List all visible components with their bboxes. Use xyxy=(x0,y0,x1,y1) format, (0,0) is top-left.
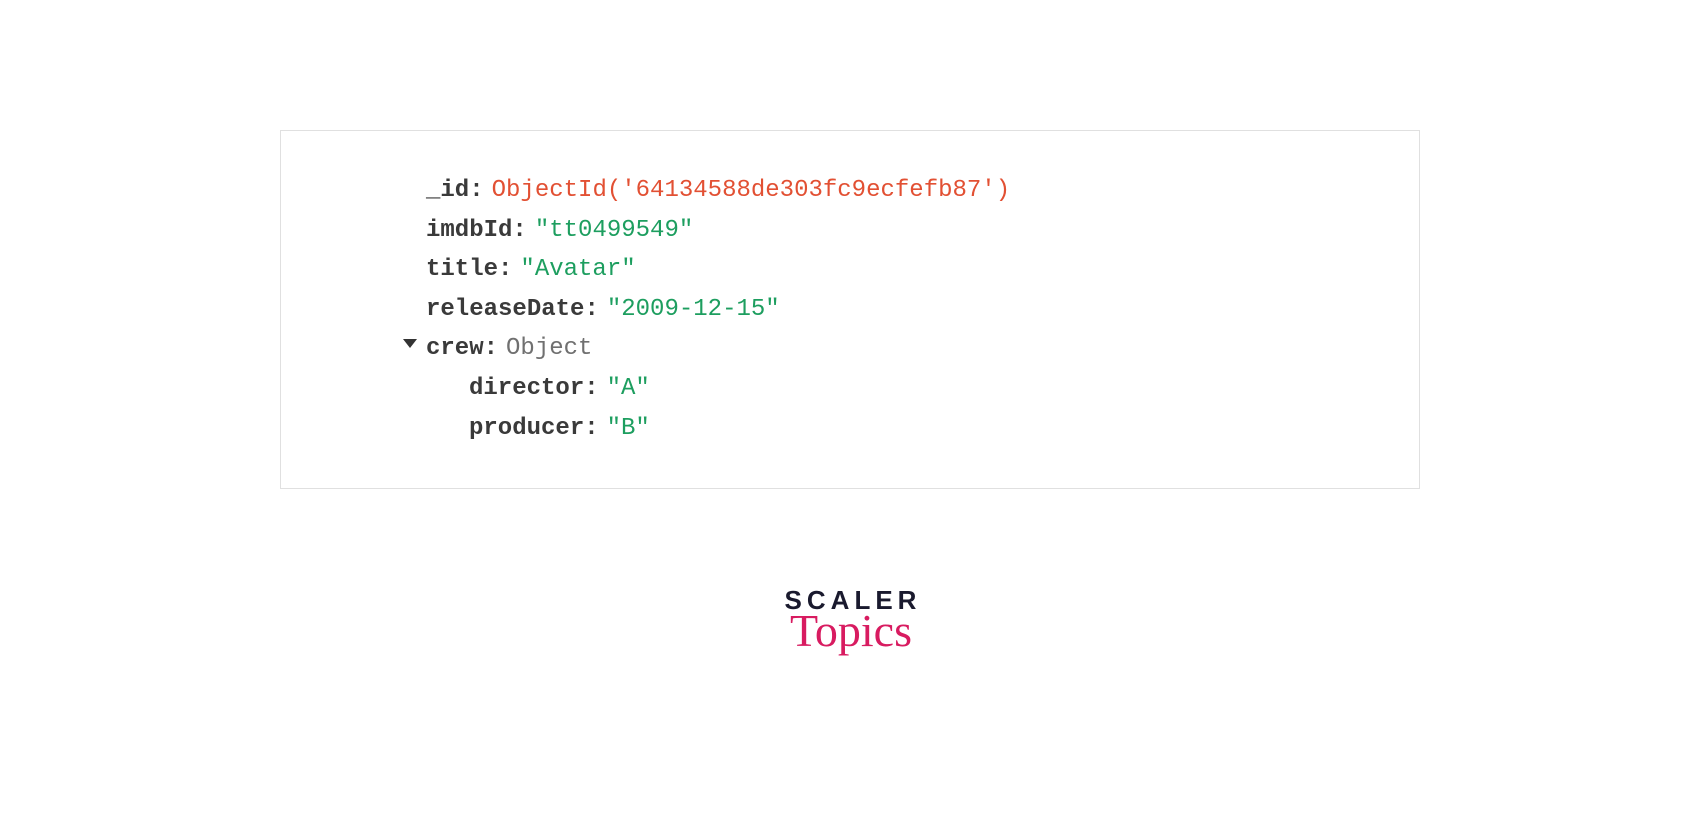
field-key-id: _id xyxy=(426,171,469,211)
colon: : xyxy=(584,409,598,449)
colon: : xyxy=(584,369,598,409)
field-value-imdbId: "tt0499549" xyxy=(535,211,693,251)
field-director: director: "A" xyxy=(331,369,1369,409)
field-crew: crew: Object xyxy=(331,329,1369,369)
collapse-toggle-icon[interactable] xyxy=(403,339,417,348)
field-key-title: title xyxy=(426,250,498,290)
colon: : xyxy=(498,250,512,290)
logo-text-topics: Topics xyxy=(783,604,920,657)
field-value-director: "A" xyxy=(607,369,650,409)
field-title: title: "Avatar" xyxy=(331,250,1369,290)
field-id: _id: ObjectId('64134588de303fc9ecfefb87'… xyxy=(331,171,1369,211)
field-imdbId: imdbId: "tt0499549" xyxy=(331,211,1369,251)
field-value-releaseDate: "2009-12-15" xyxy=(607,290,780,330)
scaler-topics-logo: SCALER Topics xyxy=(785,585,922,657)
document-viewer: _id: ObjectId('64134588de303fc9ecfefb87'… xyxy=(280,130,1420,489)
field-key-crew: crew xyxy=(426,329,484,369)
field-value-title: "Avatar" xyxy=(520,250,635,290)
field-key-imdbId: imdbId xyxy=(426,211,512,251)
field-value-crew: Object xyxy=(506,329,592,369)
field-value-id: ObjectId('64134588de303fc9ecfefb87') xyxy=(492,171,1010,211)
field-releaseDate: releaseDate: "2009-12-15" xyxy=(331,290,1369,330)
field-key-director: director xyxy=(469,369,584,409)
colon: : xyxy=(512,211,526,251)
field-key-producer: producer xyxy=(469,409,584,449)
colon: : xyxy=(584,290,598,330)
field-key-releaseDate: releaseDate xyxy=(426,290,584,330)
colon: : xyxy=(469,171,483,211)
field-producer: producer: "B" xyxy=(331,409,1369,449)
colon: : xyxy=(484,329,498,369)
field-value-producer: "B" xyxy=(607,409,650,449)
